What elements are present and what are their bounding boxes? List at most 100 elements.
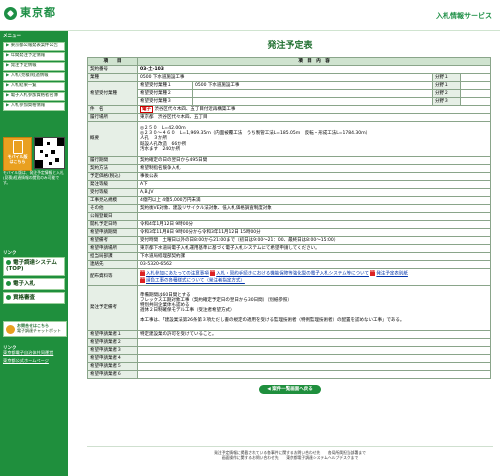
row-label: 希望申請業者１ — [87, 330, 138, 339]
logo-text: 東京都 — [20, 6, 56, 20]
sidebar-link[interactable]: ▶ 入札結果一覧 — [3, 81, 65, 91]
sidebar-link[interactable]: ▶ 入札参加資格情報 — [3, 101, 65, 111]
row-label: 履行期間 — [87, 156, 138, 165]
overview-value: ◎２５０ L=42.00ｍ ◎２３０～４６０ L=1,969.35ｍ（内面被覆工… — [137, 121, 491, 157]
contact-value: 03-5320-6562 — [137, 260, 491, 269]
overview-line: 汚水ます 240か所 — [140, 146, 181, 152]
table-row: 希望備考 受付時間 土曜日以外の日8:00から21:00まで（初日は9:00～21… — [87, 236, 491, 245]
back-to-list-button[interactable]: ◀ 案件一覧画面へ戻る — [259, 385, 321, 394]
row-label: 希望申請期間 — [87, 228, 138, 237]
arrow-right-icon: ▶ — [6, 53, 10, 59]
sub-label: 希望受付業種１ — [137, 81, 193, 90]
row-label: 履行場所 — [87, 113, 138, 122]
row-label: 公報登載日 — [87, 212, 138, 221]
table-row: 希望受付業種２ 分野２ — [88, 89, 491, 98]
link-button[interactable]: 電子入札 — [3, 277, 65, 290]
chatbot-icon — [6, 324, 15, 334]
row-label: 契約方法 — [87, 164, 138, 173]
mobile-site-button[interactable]: モバイル版 はこちら — [3, 137, 33, 171]
applicant-condition-value — [137, 362, 491, 371]
sidebar-link-label: 入札(見積)経過情報 — [10, 72, 49, 78]
sidebar-link-label: 入札参加資格情報 — [10, 102, 46, 108]
table-row: 概要 ◎２５０ L=42.00ｍ ◎２３０～４６０ L=1,969.35ｍ（内面… — [87, 121, 491, 157]
link-button[interactable]: 資格審査 — [3, 291, 65, 305]
document-link[interactable]: 入札・契約手続きにおける機能保障等強化型の電子入札システム等について — [216, 272, 369, 277]
table-row: 希望申請業者２ — [87, 338, 491, 347]
sidebar-link-label: 年間発注予定情報 — [10, 53, 46, 59]
row-label: 契約番号 — [87, 65, 138, 74]
arrow-right-icon: ▶ — [6, 43, 10, 49]
sidebar-link-label: 発注予定情報 — [10, 63, 37, 69]
application-place-value: 東京都下水道局電子入札運用基準に基づく電子入札システムにて希望申請してください。 — [137, 244, 491, 253]
period-value: 契約確定の日の翌日から495日間 — [137, 156, 491, 165]
order-notes-value: 準備期間は60日間とする フレックス工期対象工事（契約確定予定日の翌日から30日… — [137, 285, 491, 331]
desired-industry-value — [192, 97, 433, 106]
table-row: 公報登載日 — [87, 212, 491, 221]
location-value: 東京都 渋谷区代々木四、五丁目 — [137, 113, 491, 122]
estimated-price-value: 事後公表 — [137, 172, 491, 181]
application-period-value: 令和3年11月8日 9時00分から令和3年11月12日 15時00分 — [137, 228, 491, 237]
table-row: 受付等級 A,B,JV — [87, 188, 491, 197]
table-row: 希望申請業者４ — [87, 354, 491, 363]
mobile-note: モバイル版は、発注予定情報と入札(見積)経過情報の閲覧のみ可能です。 — [3, 170, 64, 185]
note-line: 本工事は、「建設業法第26条第３項ただし書の規定の適用を受ける監理技術者（特例監… — [140, 318, 405, 324]
application-note-value: 受付時間 土曜日以外の日8:00から21:00まで（初日は9:00～21：00、… — [137, 236, 491, 245]
table-row: 工事見込規模 4億円以上 4億5,000万円未満 — [87, 196, 491, 205]
applicant-condition-value — [137, 338, 491, 347]
opening-date-value: 令和4年1月12日 9時00分 — [137, 220, 491, 229]
arrow-right-icon: ▶ — [6, 92, 10, 98]
field-value — [460, 97, 491, 106]
table-row: 希望申請業者５ — [87, 362, 491, 371]
table-row: 履行場所 東京都 渋谷区代々木四、五丁目 — [87, 113, 491, 122]
contract-method-value: 希望制指名競争入札 — [137, 164, 491, 173]
table-row: 希望申請場所 東京都下水道局電子入札運用基準に基づく電子入札システムにて希望申請し… — [87, 244, 491, 253]
document-link[interactable]: 発注予定表別紙 — [376, 272, 408, 277]
row-label: 担当局部課 — [87, 252, 138, 261]
contract-number: 03-土-103 — [137, 65, 491, 74]
row-label: 希望申請場所 — [87, 244, 138, 253]
tokyo-logo[interactable]: 東京都 — [4, 7, 56, 20]
row-label: 希望申請業者４ — [87, 354, 138, 363]
sidebar-link[interactable]: ▶ 入札(見積)経過情報 — [3, 71, 65, 81]
desired-industry-value — [192, 89, 433, 98]
links-list: 電子調達システム(TOP) 電子入札 資格審査 — [0, 255, 68, 306]
tokyo-emblem-icon — [4, 7, 17, 20]
col-header-item: 項 目 — [87, 57, 138, 66]
chatbot-sub-label: 電子調達チャットボット — [17, 328, 61, 333]
sidebar-link[interactable]: ▶ 電子入札参加資格者名簿 — [3, 91, 65, 101]
pdf-icon: PDF — [370, 270, 376, 277]
document-link[interactable]: 請負工事の各種様式について（発注者指定方式） — [146, 279, 245, 284]
arrow-right-icon: ▶ — [6, 82, 10, 88]
table-row: 契約方法 希望制指名競争入札 — [87, 164, 491, 173]
document-link[interactable]: 入札参加にあたっての注意事項 — [146, 272, 209, 277]
arrow-right-icon: ▶ — [6, 72, 10, 78]
sidebar: メニュー ▶ 東京都公報発表案件公告 ▶ 年間発注予定情報 ▶ 発注予定情報 ▶ 入札… — [0, 31, 68, 476]
pdf-icon: PDF — [210, 270, 216, 277]
detail-table: 項 目 項 目 内 容 契約番号 03-土-103 業種 0500 下水道施設工… — [87, 57, 491, 379]
sidebar-link[interactable]: ▶ 東京都公報発表案件公告 — [3, 42, 65, 52]
mobile-section: モバイル版 はこちら — [3, 137, 65, 171]
applicant-condition-value — [137, 370, 491, 379]
external-link[interactable]: 東京都公式ホームページ — [3, 358, 65, 364]
table-row: その他 契約後VE対象、建設リサイクル法対象、低入札価格調査制度対象 — [87, 204, 491, 213]
industry-value: 0500 下水道施設工事 — [137, 73, 433, 82]
footer-line: 画面操作に関するお問い合わせ先 東京都電子調達システムヘルプデスクまで — [221, 455, 359, 461]
project-name-text: 渋谷区代々木四、五丁目付近再構築工事 — [154, 106, 236, 112]
row-label: 予定価格(税込) — [87, 172, 138, 181]
row-label: 発注等級 — [87, 180, 138, 189]
external-link[interactable]: 東京都電子自治体共同運営 — [3, 350, 65, 356]
sidebar-link[interactable]: ▶ 年間発注予定情報 — [3, 52, 65, 62]
sidebar-link[interactable]: ▶ 発注予定情報 — [3, 62, 65, 71]
row-label: 発注予定備考 — [87, 285, 138, 331]
table-row: 件 名 電子 渋谷区代々木四、五丁目付近再構築工事 — [87, 105, 491, 114]
table-row: 発注予定備考 準備期間は60日間とする フレックス工期対象工事（契約確定予定日の… — [87, 285, 491, 331]
row-label: 希望受付業種 — [87, 81, 138, 106]
field-label: 分野２ — [432, 89, 461, 98]
link-button[interactable]: 電子調達システム(TOP) — [3, 257, 65, 276]
table-row: 契約番号 03-土-103 — [87, 65, 491, 74]
sidebar-link-label: 東京都公報発表案件公告 — [10, 43, 58, 49]
row-label: 業種 — [87, 73, 138, 82]
chatbot-button[interactable]: お問合せはこちら 電子調達チャットボット — [3, 321, 67, 337]
table-row: 希望申請業者６ — [87, 370, 491, 379]
row-label: 希望申請業者２ — [87, 338, 138, 347]
